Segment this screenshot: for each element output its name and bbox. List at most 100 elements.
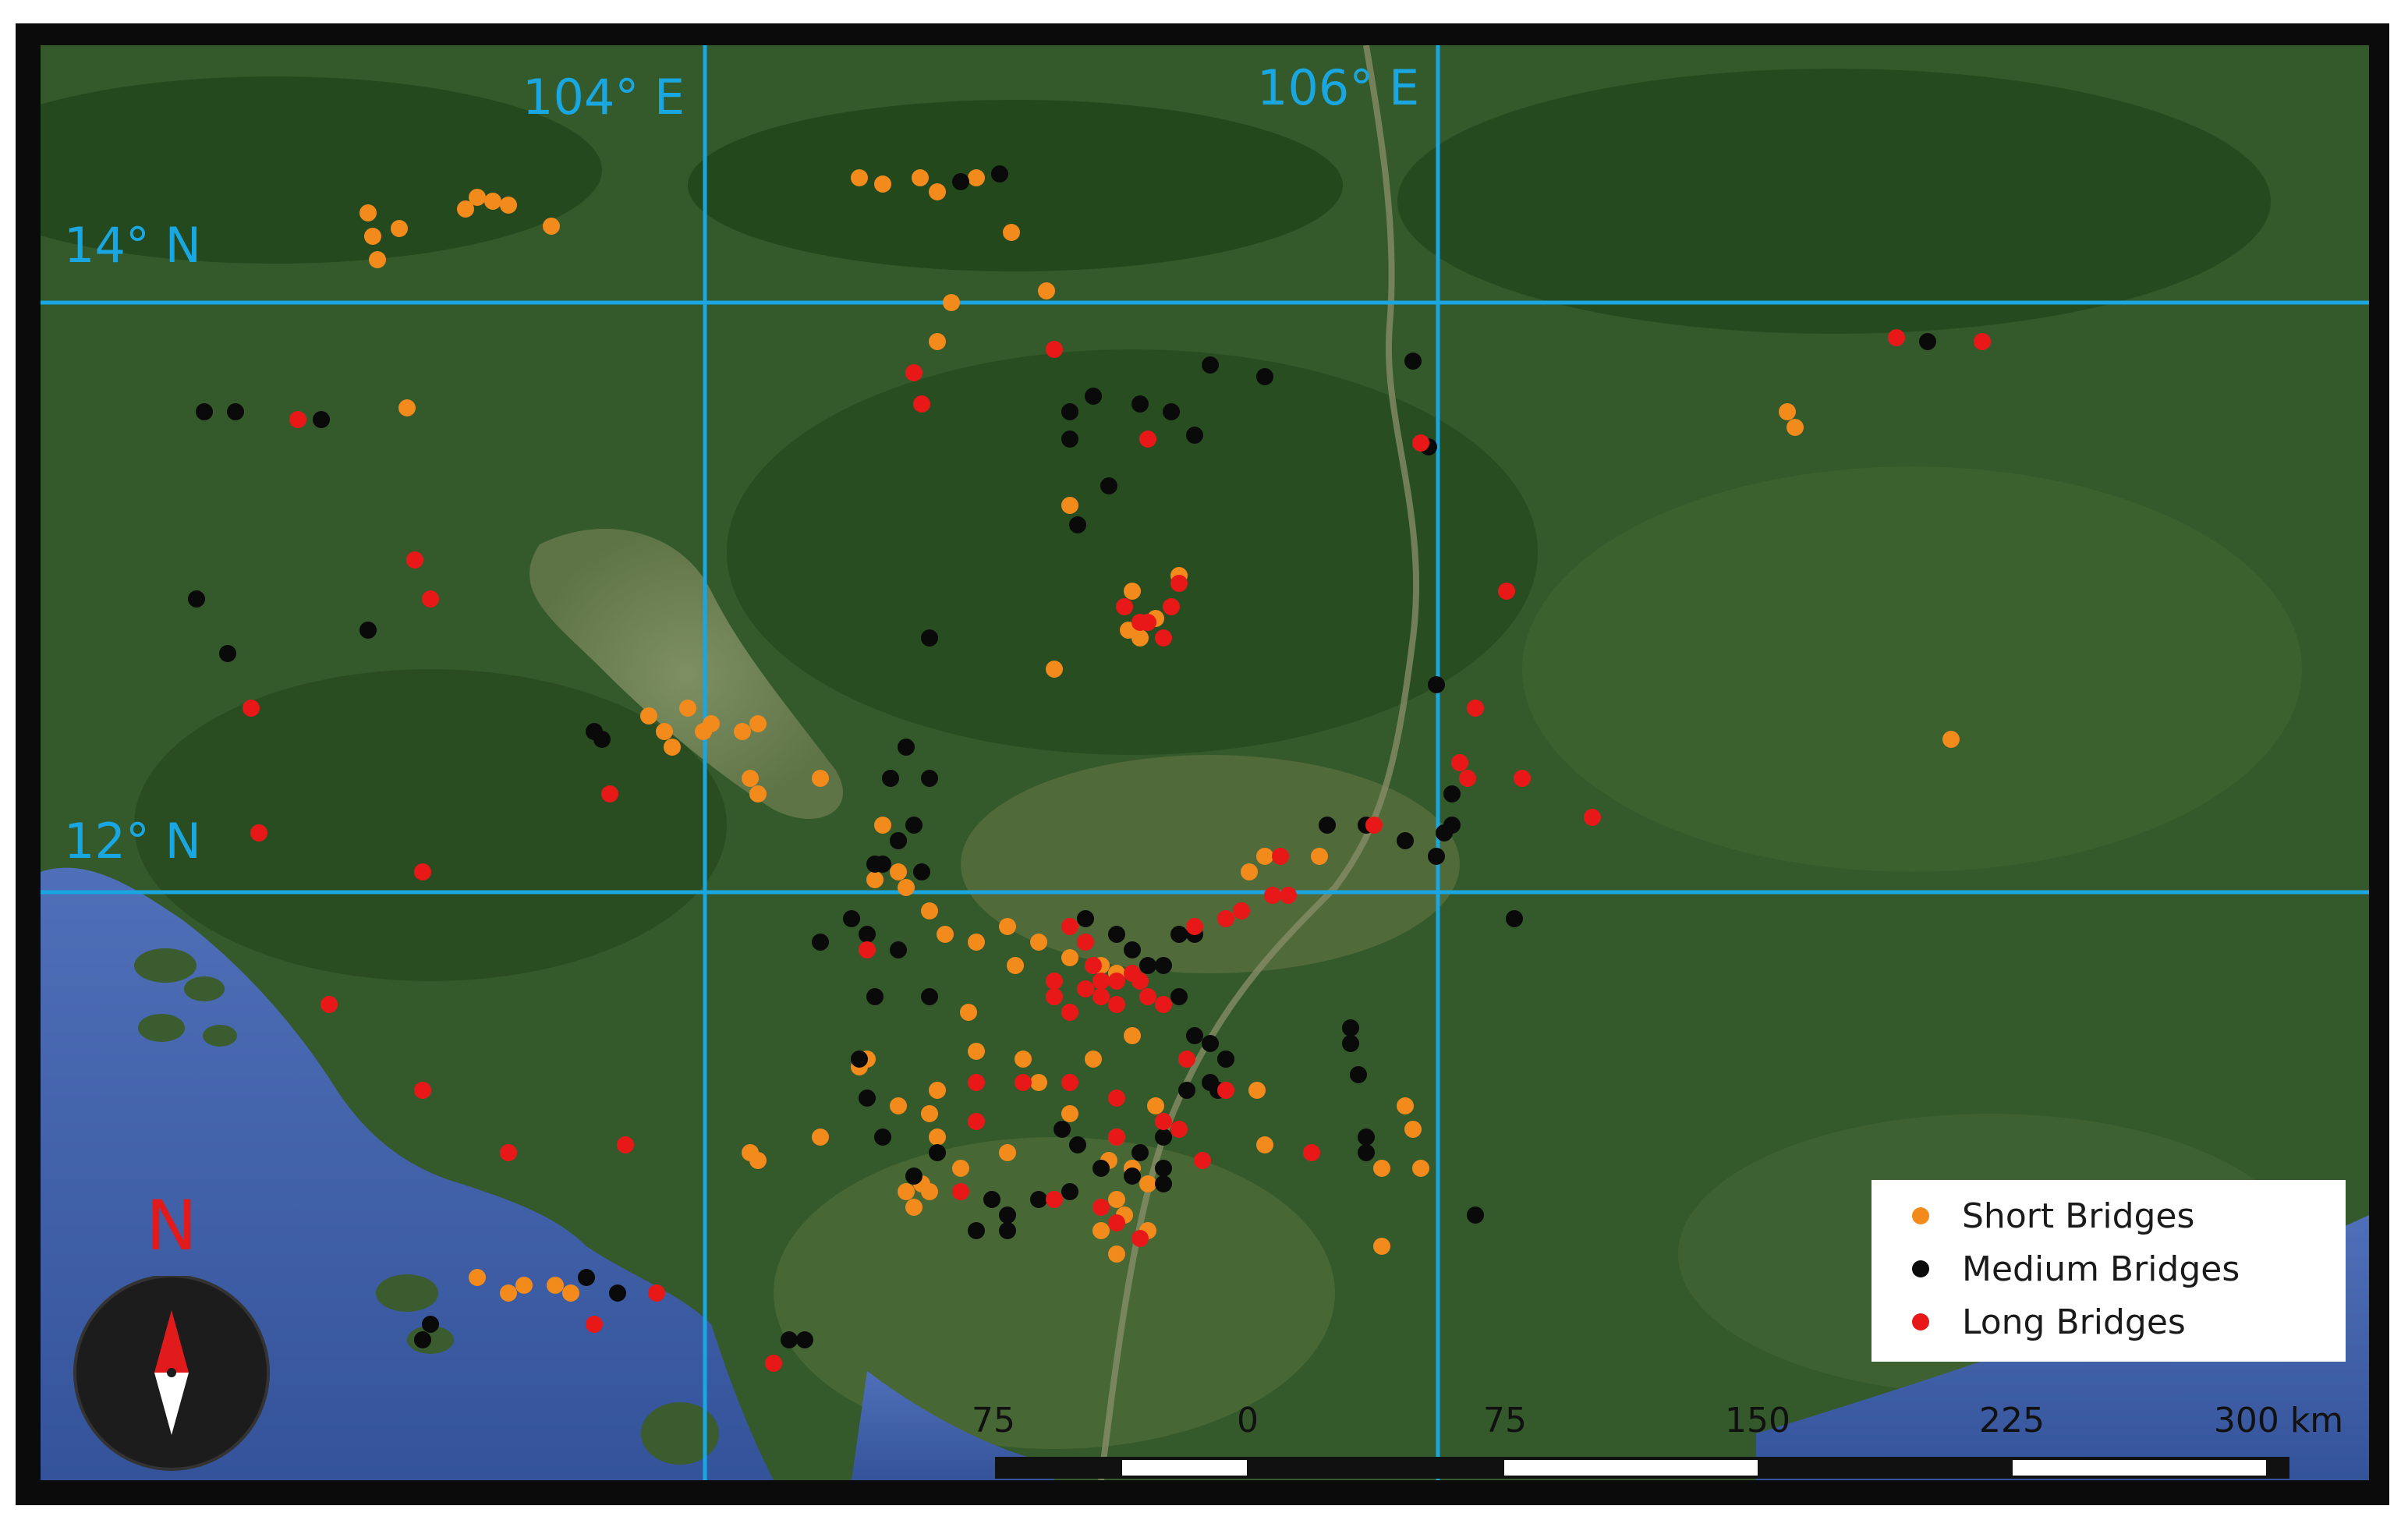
- long-bridge-marker[interactable]: [1217, 1082, 1234, 1099]
- short-bridge-marker[interactable]: [1015, 1051, 1032, 1068]
- medium-bridge-marker[interactable]: [866, 988, 884, 1005]
- medium-bridge-marker[interactable]: [1155, 1175, 1172, 1192]
- medium-bridge-marker[interactable]: [921, 988, 938, 1005]
- medium-bridge-marker[interactable]: [219, 645, 236, 662]
- long-bridge-marker[interactable]: [1015, 1074, 1032, 1091]
- long-bridge-marker[interactable]: [1085, 957, 1102, 974]
- short-bridge-marker[interactable]: [547, 1277, 564, 1294]
- medium-bridge-marker[interactable]: [952, 173, 969, 190]
- short-bridge-marker[interactable]: [1147, 1097, 1164, 1114]
- short-bridge-marker[interactable]: [749, 715, 767, 732]
- medium-bridge-marker[interactable]: [1092, 1160, 1110, 1177]
- medium-bridge-marker[interactable]: [1069, 1136, 1086, 1153]
- long-bridge-marker[interactable]: [586, 1316, 603, 1333]
- long-bridge-marker[interactable]: [1264, 887, 1281, 904]
- medium-bridge-marker[interactable]: [898, 739, 915, 756]
- medium-bridge-marker[interactable]: [1030, 1191, 1047, 1208]
- short-bridge-marker[interactable]: [929, 333, 946, 350]
- long-bridge-marker[interactable]: [952, 1183, 969, 1200]
- short-bridge-marker[interactable]: [369, 251, 386, 268]
- short-bridge-marker[interactable]: [515, 1277, 533, 1294]
- medium-bridge-marker[interactable]: [227, 403, 244, 420]
- short-bridge-marker[interactable]: [656, 723, 673, 740]
- medium-bridge-marker[interactable]: [1350, 1066, 1367, 1083]
- long-bridge-marker[interactable]: [1139, 430, 1156, 448]
- long-bridge-marker[interactable]: [1280, 887, 1297, 904]
- long-bridge-marker[interactable]: [1186, 918, 1203, 935]
- short-bridge-marker[interactable]: [1108, 1245, 1125, 1263]
- medium-bridge-marker[interactable]: [1428, 676, 1445, 693]
- long-bridge-marker[interactable]: [250, 824, 267, 841]
- long-bridge-marker[interactable]: [765, 1355, 782, 1372]
- short-bridge-marker[interactable]: [874, 175, 891, 193]
- short-bridge-marker[interactable]: [1085, 1051, 1102, 1068]
- short-bridge-marker[interactable]: [734, 723, 751, 740]
- long-bridge-marker[interactable]: [968, 1074, 985, 1091]
- medium-bridge-marker[interactable]: [905, 1167, 922, 1185]
- long-bridge-marker[interactable]: [648, 1284, 665, 1302]
- medium-bridge-marker[interactable]: [1256, 368, 1273, 385]
- short-bridge-marker[interactable]: [890, 1097, 907, 1114]
- short-bridge-marker[interactable]: [929, 1082, 946, 1099]
- short-bridge-marker[interactable]: [1124, 583, 1141, 600]
- short-bridge-marker[interactable]: [999, 918, 1016, 935]
- short-bridge-marker[interactable]: [1404, 1121, 1422, 1138]
- medium-bridge-marker[interactable]: [1178, 1082, 1195, 1099]
- medium-bridge-marker[interactable]: [991, 165, 1008, 182]
- long-bridge-marker[interactable]: [1194, 1152, 1211, 1169]
- medium-bridge-marker[interactable]: [890, 832, 907, 849]
- long-bridge-marker[interactable]: [1170, 1121, 1188, 1138]
- short-bridge-marker[interactable]: [1779, 403, 1796, 420]
- medium-bridge-marker[interactable]: [196, 403, 213, 420]
- medium-bridge-marker[interactable]: [890, 941, 907, 958]
- short-bridge-marker[interactable]: [359, 204, 377, 221]
- long-bridge-marker[interactable]: [243, 700, 260, 717]
- short-bridge-marker[interactable]: [664, 739, 681, 756]
- medium-bridge-marker[interactable]: [859, 926, 876, 943]
- medium-bridge-marker[interactable]: [1100, 477, 1117, 494]
- short-bridge-marker[interactable]: [1003, 224, 1020, 241]
- short-bridge-marker[interactable]: [1139, 1175, 1156, 1192]
- medium-bridge-marker[interactable]: [1428, 848, 1445, 865]
- medium-bridge-marker[interactable]: [1108, 926, 1125, 943]
- long-bridge-marker[interactable]: [1077, 934, 1094, 951]
- medium-bridge-marker[interactable]: [874, 1128, 891, 1146]
- long-bridge-marker[interactable]: [913, 395, 930, 413]
- medium-bridge-marker[interactable]: [1054, 1121, 1071, 1138]
- long-bridge-marker[interactable]: [1467, 700, 1484, 717]
- short-bridge-marker[interactable]: [1373, 1160, 1390, 1177]
- long-bridge-marker[interactable]: [1163, 598, 1180, 615]
- medium-bridge-marker[interactable]: [1397, 832, 1414, 849]
- satellite-map[interactable]: 104° E 106° E 14° N 12° N N 75 0 75 150 …: [41, 45, 2369, 1480]
- long-bridge-marker[interactable]: [1498, 583, 1515, 600]
- short-bridge-marker[interactable]: [1311, 848, 1328, 865]
- short-bridge-marker[interactable]: [812, 770, 829, 787]
- short-bridge-marker[interactable]: [921, 902, 938, 919]
- long-bridge-marker[interactable]: [320, 996, 338, 1013]
- medium-bridge-marker[interactable]: [905, 817, 922, 834]
- short-bridge-marker[interactable]: [866, 871, 884, 888]
- long-bridge-marker[interactable]: [601, 785, 618, 803]
- short-bridge-marker[interactable]: [1092, 1222, 1110, 1239]
- long-bridge-marker[interactable]: [1272, 848, 1289, 865]
- medium-bridge-marker[interactable]: [1319, 817, 1336, 834]
- short-bridge-marker[interactable]: [874, 817, 891, 834]
- short-bridge-marker[interactable]: [364, 228, 381, 245]
- short-bridge-marker[interactable]: [1038, 282, 1055, 299]
- long-bridge-marker[interactable]: [1170, 575, 1188, 592]
- long-bridge-marker[interactable]: [500, 1144, 517, 1161]
- long-bridge-marker[interactable]: [1412, 434, 1429, 452]
- medium-bridge-marker[interactable]: [1085, 388, 1102, 405]
- long-bridge-marker[interactable]: [289, 411, 306, 428]
- medium-bridge-marker[interactable]: [1069, 516, 1086, 533]
- short-bridge-marker[interactable]: [640, 707, 657, 725]
- short-bridge-marker[interactable]: [1241, 863, 1258, 880]
- long-bridge-marker[interactable]: [1155, 1113, 1172, 1130]
- medium-bridge-marker[interactable]: [1443, 785, 1461, 803]
- short-bridge-marker[interactable]: [1124, 1027, 1141, 1044]
- medium-bridge-marker[interactable]: [999, 1206, 1016, 1224]
- long-bridge-marker[interactable]: [1046, 1191, 1063, 1208]
- short-bridge-marker[interactable]: [999, 1144, 1016, 1161]
- short-bridge-marker[interactable]: [1046, 661, 1063, 678]
- long-bridge-marker[interactable]: [1233, 902, 1250, 919]
